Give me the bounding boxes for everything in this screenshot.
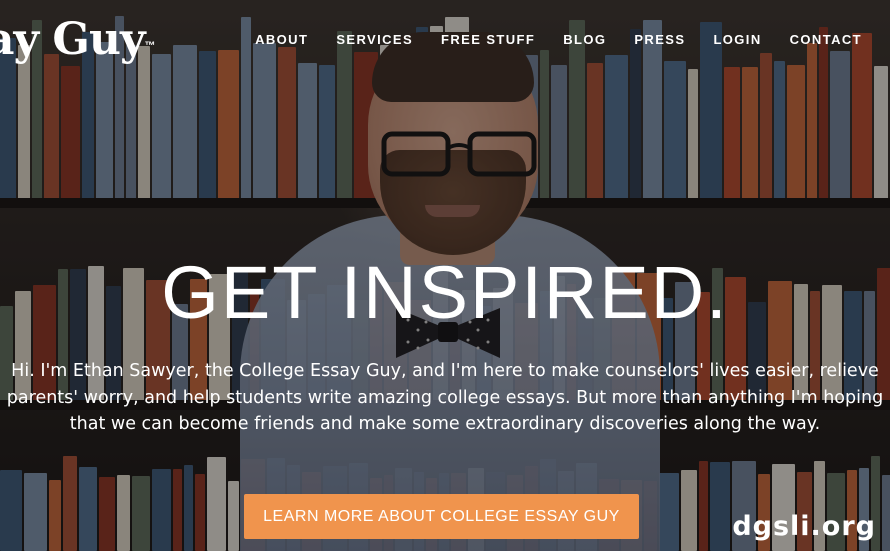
- nav-link-about[interactable]: ABOUT: [255, 32, 308, 47]
- nav-link-free-stuff[interactable]: FREE STUFF: [441, 32, 535, 47]
- main-nav: ABOUT SERVICES FREE STUFF BLOG PRESS LOG…: [255, 32, 862, 47]
- hero-headline: GET INSPIRED.: [161, 251, 729, 334]
- nav-link-press[interactable]: PRESS: [634, 32, 685, 47]
- nav-link-services[interactable]: SERVICES: [336, 32, 413, 47]
- hero-intro-text: Hi. I'm Ethan Sawyer, the College Essay …: [6, 361, 884, 434]
- nav-link-login[interactable]: LOGIN: [713, 32, 761, 47]
- site-logo[interactable]: ay Guy™: [0, 12, 156, 68]
- logo-text: ay Guy: [0, 14, 146, 65]
- learn-more-button[interactable]: LEARN MORE ABOUT COLLEGE ESSAY GUY: [244, 494, 639, 539]
- nav-link-contact[interactable]: CONTACT: [790, 32, 862, 47]
- nav-link-blog[interactable]: BLOG: [563, 32, 606, 47]
- watermark-text: dgsli.org: [732, 511, 876, 542]
- trademark-symbol: ™: [144, 40, 156, 52]
